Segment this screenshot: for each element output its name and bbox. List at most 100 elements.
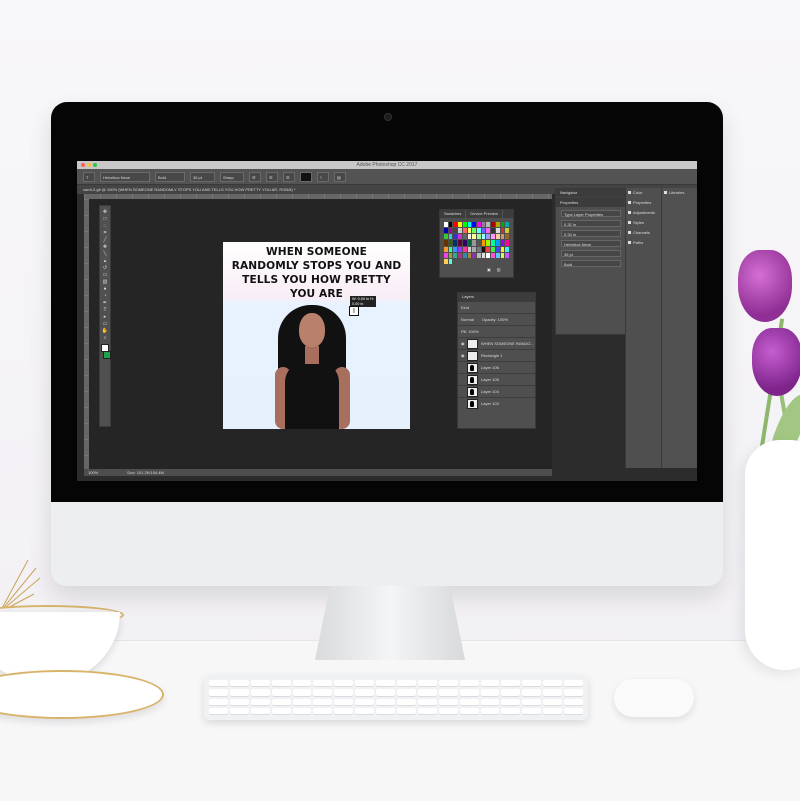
layer-row[interactable]: Layer 106 [458, 361, 535, 373]
text-color-swatch[interactable] [300, 171, 312, 182]
font-family-select[interactable]: Helvetica Neue [100, 171, 150, 182]
eraser-icon[interactable]: ▭ [101, 272, 109, 278]
path-select-icon[interactable]: ▸ [101, 314, 109, 320]
layer-row[interactable]: Layer 103 [458, 397, 535, 409]
blur-icon[interactable]: ● [101, 286, 109, 292]
align-left-icon[interactable]: ☰ [249, 171, 261, 182]
shape-icon[interactable]: ▭ [101, 321, 109, 327]
layer-name[interactable]: WHEN SOMEONE RANDO... [481, 341, 534, 346]
image-layer-icon [467, 374, 478, 385]
layer-name[interactable]: Layer 106 [481, 365, 499, 370]
toolbar: ✥ □ ◌ ⌗ ╱ ✚ ╲ ▴ ↺ ▭ ▥ ● ◔ ✒ T ▸ ▭ ✋ ⌕ [99, 205, 111, 427]
eye-icon[interactable]: ◉ [461, 341, 465, 346]
options-bar: T Helvetica Neue Bold 36 pt Sharp ☰ ☰ ☰ … [77, 169, 697, 185]
kind-filter[interactable]: Kind [461, 305, 469, 310]
dock-properties[interactable]: Properties [626, 198, 662, 208]
type-icon[interactable]: T [101, 307, 109, 313]
opacity-field[interactable]: Opacity: 100% [482, 317, 508, 322]
close-icon[interactable] [81, 163, 85, 167]
pen-icon[interactable]: ✒ [101, 300, 109, 306]
swatch-grid[interactable] [444, 222, 509, 264]
font-family-field[interactable]: Helvetica Neue [561, 240, 621, 247]
zoom-icon[interactable]: ⌕ [101, 335, 109, 341]
marquee-icon[interactable]: □ [101, 216, 109, 222]
keyboard-keys [209, 680, 583, 715]
fill-field[interactable]: Fill: 100% [461, 329, 479, 334]
layer-row[interactable]: ◉ Rectangle 1 [458, 349, 535, 361]
swatches-tabs: Swatches Device Preview [440, 210, 513, 218]
libraries-panel: Libraries [661, 188, 697, 468]
background-color-swatch[interactable] [102, 351, 111, 359]
white-vase [745, 440, 800, 670]
dress-shape [285, 362, 339, 429]
minimize-icon[interactable] [87, 163, 91, 167]
blend-mode-select[interactable]: Normal [461, 317, 474, 322]
tab-device-preview[interactable]: Device Preview [466, 210, 503, 218]
layer-name[interactable]: Rectangle 1 [481, 353, 502, 358]
layer-name[interactable]: Layer 103 [481, 401, 499, 406]
warp-text-icon[interactable]: ⌇ [317, 171, 329, 182]
fill-row: Fill: 100% [458, 325, 535, 337]
font-style-field[interactable]: Bold [561, 260, 621, 267]
libraries-tab[interactable]: Libraries [662, 188, 697, 198]
desk-scene: Adobe Photoshop CC 2017 T Helvetica Neue… [0, 0, 800, 801]
brush-icon[interactable]: ╲ [101, 251, 109, 257]
x-field[interactable]: 0.32 in [561, 220, 621, 227]
layer-name[interactable]: Layer 104 [481, 389, 499, 394]
properties-panel: Properties Type Layer Properties 0.32 in… [555, 198, 627, 335]
eye-icon[interactable]: ◉ [461, 353, 465, 358]
layer-name[interactable]: Layer 105 [481, 377, 499, 382]
move-icon[interactable]: ✥ [101, 209, 109, 215]
monitor-stand [315, 586, 465, 660]
lasso-icon[interactable]: ◌ [101, 223, 109, 229]
crop-icon[interactable]: ⌗ [101, 230, 109, 236]
dock-styles[interactable]: Styles [626, 218, 662, 228]
zoom-window-icon[interactable] [93, 163, 97, 167]
text-layer-icon: T [467, 338, 478, 349]
align-right-icon[interactable]: ☰ [283, 171, 295, 182]
dock-channels[interactable]: Channels [626, 228, 662, 238]
eyedropper-icon[interactable]: ╱ [101, 237, 109, 243]
zoom-level[interactable]: 100% [88, 470, 98, 475]
type-cursor-icon[interactable]: I [349, 306, 359, 316]
neck-shape [305, 346, 319, 364]
font-size-field[interactable]: 36 pt [561, 250, 621, 257]
layers-tab[interactable]: Layers [458, 293, 535, 301]
stamp-icon[interactable]: ▴ [101, 258, 109, 264]
heal-icon[interactable]: ✚ [101, 244, 109, 250]
desk-surface [0, 640, 800, 801]
layer-row[interactable]: Layer 105 [458, 373, 535, 385]
layer-row[interactable]: ◉ T WHEN SOMEONE RANDO... [458, 337, 535, 349]
gradient-icon[interactable]: ▥ [101, 279, 109, 285]
layer-row[interactable]: Layer 104 [458, 385, 535, 397]
dock-paths[interactable]: Paths [626, 238, 662, 248]
type-tool-icon[interactable]: T [83, 171, 95, 182]
y-field[interactable]: 0.33 in [561, 230, 621, 237]
align-center-icon[interactable]: ☰ [266, 171, 278, 182]
history-brush-icon[interactable]: ↺ [101, 265, 109, 271]
tulip-flower [738, 250, 792, 322]
character-panel-icon[interactable]: ▤ [334, 171, 346, 182]
tulip-flower [752, 328, 800, 396]
tab-swatches[interactable]: Swatches [440, 210, 467, 218]
document-canvas[interactable]: WHEN SOMEONE RANDOMLY STOPS YOU AND TELL… [223, 242, 410, 429]
canvas-headline[interactable]: WHEN SOMEONE RANDOMLY STOPS YOU AND TELL… [231, 245, 402, 301]
dodge-icon[interactable]: ◔ [101, 293, 109, 299]
font-size-select[interactable]: 36 pt [190, 171, 215, 182]
dock-color[interactable]: Color [626, 188, 662, 198]
shape-layer-icon [467, 350, 478, 361]
navigator-tab[interactable]: Navigator [556, 189, 626, 197]
layer-filter-row: Kind [458, 301, 535, 313]
window-controls [81, 163, 97, 167]
swatch-actions: ▣ ▥ [487, 267, 501, 272]
new-swatch-icon[interactable]: ▣ [487, 267, 491, 272]
dock-adjustments[interactable]: Adjustments [626, 208, 662, 218]
monitor-chin [51, 502, 723, 586]
anti-alias-select[interactable]: Sharp [220, 171, 244, 182]
window-titlebar: Adobe Photoshop CC 2017 [77, 161, 697, 169]
properties-tab[interactable]: Properties [556, 199, 626, 207]
trash-icon[interactable]: ▥ [497, 267, 501, 272]
font-style-select[interactable]: Bold [155, 171, 185, 182]
mouse [614, 679, 694, 717]
hand-icon[interactable]: ✋ [101, 328, 109, 334]
